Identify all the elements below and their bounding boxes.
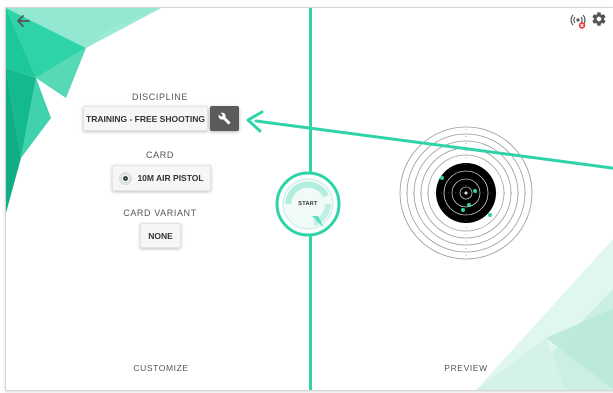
broadcast-disconnected-icon[interactable] [570, 13, 586, 29]
preview-target [399, 126, 533, 260]
card-label: CARD [146, 150, 174, 160]
card-button[interactable]: 10M AIR PISTOL [112, 165, 211, 191]
start-button[interactable]: START [274, 170, 342, 238]
card-variant-label: CARD VARIANT [123, 208, 197, 218]
gear-icon[interactable] [591, 11, 607, 27]
card-variant-button[interactable]: NONE [140, 223, 181, 248]
target-card-icon [119, 171, 133, 185]
preview-footer-label: PREVIEW [444, 363, 488, 373]
discipline-button[interactable]: TRAINING - FREE SHOOTING [83, 106, 208, 131]
wrench-icon [218, 112, 231, 125]
arrow-left-icon[interactable] [15, 13, 31, 29]
start-button-label: START [298, 201, 318, 207]
card-button-label: 10M AIR PISTOL [137, 173, 204, 183]
discipline-settings-button[interactable] [210, 106, 239, 131]
customize-footer-label: CUSTOMIZE [133, 363, 189, 373]
app-window: DISCIPLINE TRAINING - FREE SHOOTING CARD… [5, 7, 613, 391]
discipline-label: DISCIPLINE [131, 92, 188, 102]
